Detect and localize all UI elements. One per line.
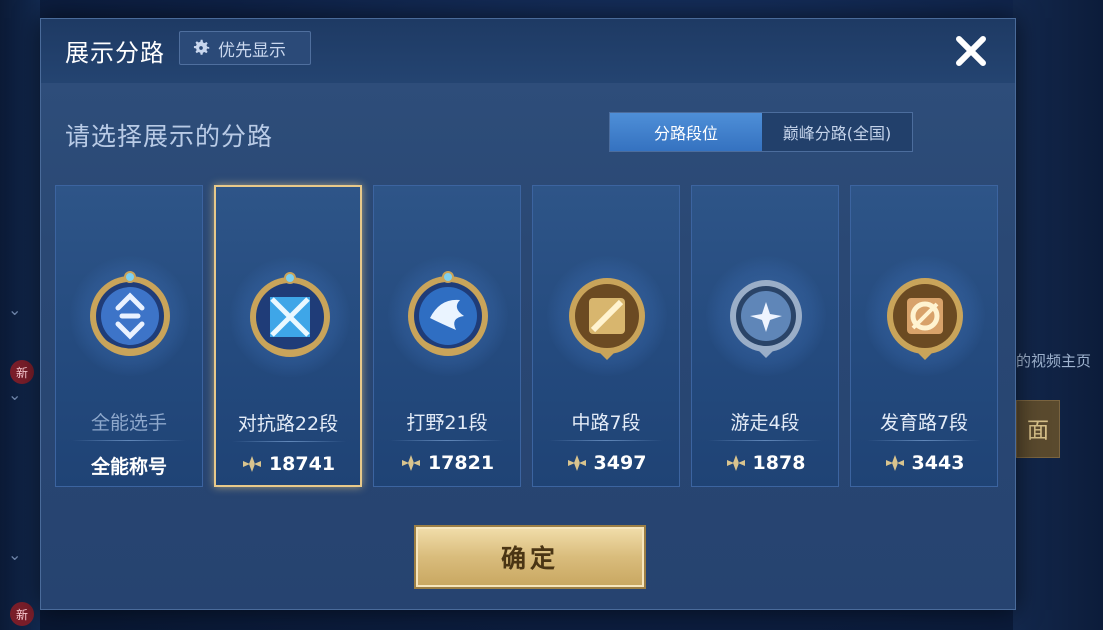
new-badge: 新 [10, 602, 34, 626]
badge-glow [547, 256, 667, 376]
background-button: 面 [1016, 400, 1060, 458]
all-round-badge-icon [90, 271, 170, 356]
card-divider [867, 440, 981, 441]
lane-card-all-round[interactable]: 全能选手 全能称号 [55, 185, 203, 487]
card-divider [549, 440, 663, 441]
lane-card-clash[interactable]: 对抗路22段 18741 [214, 185, 362, 487]
lane-card-score-value: 3443 [911, 452, 965, 474]
lane-card-score-value: 1878 [752, 452, 806, 474]
dialog-header: 展示分路 优先显示 [41, 19, 1015, 83]
clash-lane-badge-icon [250, 272, 330, 357]
jungle-badge-icon [408, 271, 488, 356]
confirm-button[interactable]: 确定 [416, 527, 644, 587]
lane-tabs: 分路段位 巅峰分路(全国) [609, 112, 913, 152]
lane-card-jungle[interactable]: 打野21段 17821 [373, 185, 521, 487]
dialog-subtitle: 请选择展示的分路 [65, 122, 274, 151]
card-divider [72, 440, 186, 441]
score-icon [242, 456, 261, 472]
lane-card-roam[interactable]: 游走4段 1878 [691, 185, 839, 487]
mid-lane-badge-icon [569, 278, 645, 360]
lane-card-name: 中路7段 [571, 412, 641, 434]
score-icon [401, 455, 420, 471]
lane-card-score: 18741 [216, 453, 360, 475]
card-divider [232, 441, 346, 442]
new-badge: 新 [10, 360, 34, 384]
badge-glow [706, 256, 826, 376]
lane-card-score-value: 全能称号 [90, 456, 167, 478]
chevron-down-icon: ⌄ [8, 385, 22, 404]
card-divider [390, 440, 504, 441]
lane-card-name: 对抗路22段 [237, 413, 339, 435]
close-button[interactable] [949, 29, 993, 73]
score-icon [726, 455, 745, 471]
badge-glow [388, 256, 508, 376]
lane-card-name: 游走4段 [730, 412, 800, 434]
lane-card-score: 3443 [851, 452, 997, 474]
lane-card-mid[interactable]: 中路7段 3497 [532, 185, 680, 487]
lane-card-farm[interactable]: 发育路7段 3443 [850, 185, 998, 487]
background-video-text: 的视频主页 [1016, 352, 1092, 370]
background-right-panel [1013, 0, 1103, 630]
lane-card-name: 打野21段 [406, 412, 488, 434]
lane-card-score-value: 18741 [268, 453, 336, 475]
roam-badge-icon [730, 280, 802, 358]
priority-display-button[interactable]: 优先显示 [179, 31, 311, 65]
badge-glow [230, 257, 350, 377]
score-icon [567, 455, 586, 471]
close-icon [956, 36, 986, 66]
tab-lane-rank[interactable]: 分路段位 [610, 113, 762, 151]
lane-card-score-value: 3497 [593, 452, 647, 474]
badge-glow [865, 256, 985, 376]
dialog-title: 展示分路 [65, 39, 165, 67]
lane-card-score: 1878 [692, 452, 838, 474]
score-icon [885, 455, 904, 471]
chevron-down-icon: ⌄ [8, 545, 22, 564]
badge-glow [70, 256, 190, 376]
lane-card-score-value: 17821 [427, 452, 495, 474]
lane-card-name: 发育路7段 [879, 412, 969, 434]
card-divider [708, 440, 822, 441]
farm-lane-badge-icon [887, 278, 963, 360]
lane-card-score: 17821 [374, 452, 520, 474]
lane-card-score: 3497 [533, 452, 679, 474]
chevron-down-icon: ⌄ [8, 300, 22, 319]
priority-display-label: 优先显示 [218, 40, 286, 61]
lane-card-name: 全能选手 [90, 412, 167, 434]
tab-peak-lane[interactable]: 巅峰分路(全国) [762, 113, 912, 151]
gear-icon [193, 39, 210, 55]
display-lane-dialog: 展示分路 优先显示 请选择展示的分路 分路段位 巅峰分路(全国) 全能选手 全能… [40, 18, 1016, 610]
lane-card-score: 全能称号 [56, 452, 202, 479]
